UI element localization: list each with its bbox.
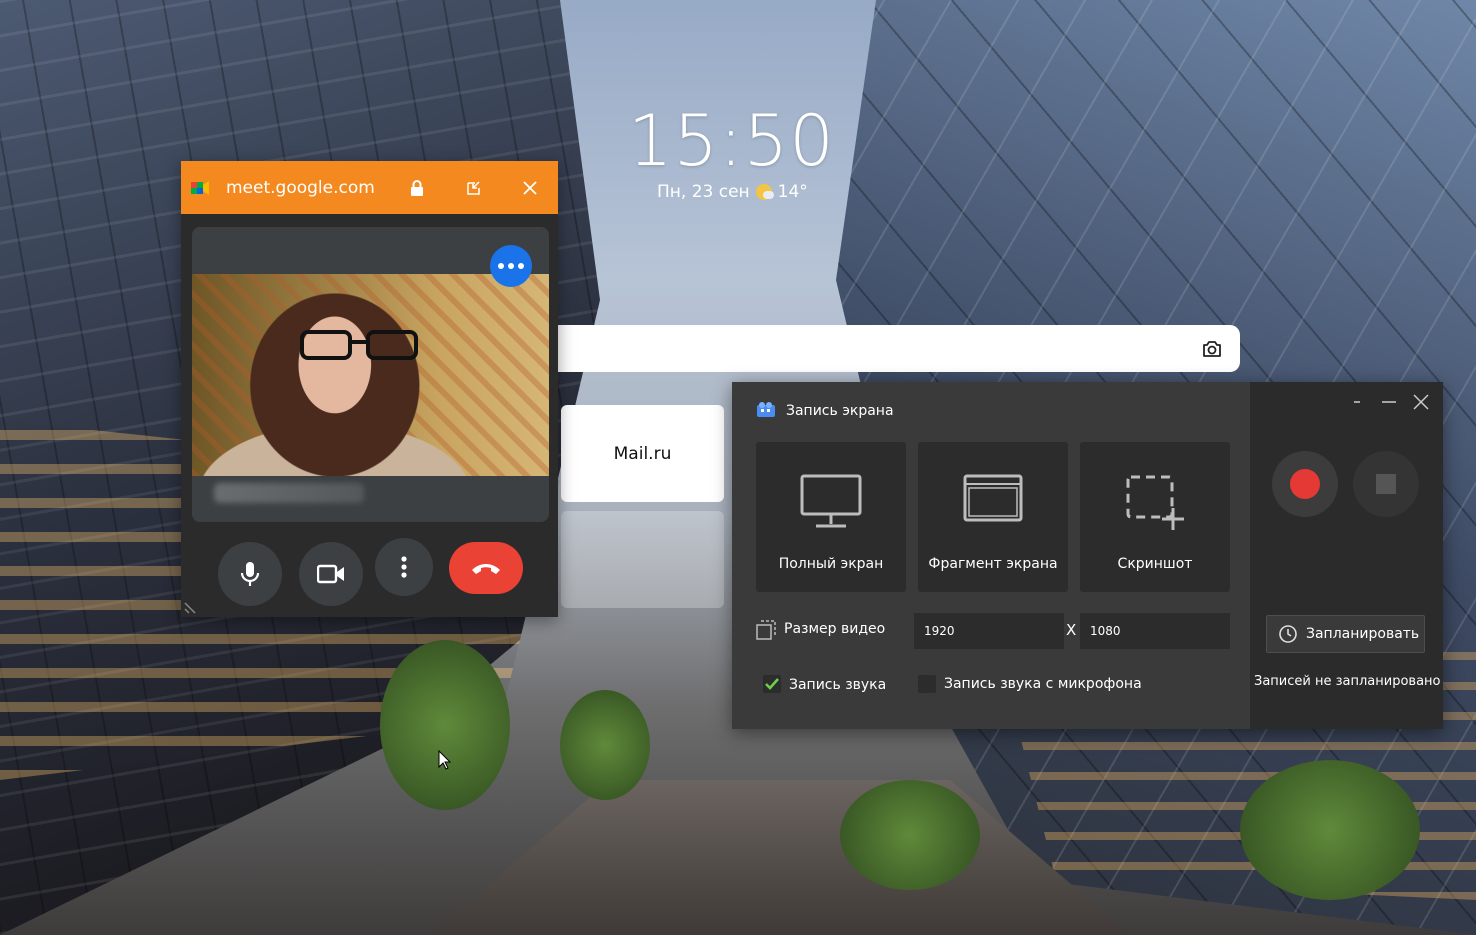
checkmark-icon [765,678,779,690]
compact-mode-icon[interactable] [1346,392,1368,412]
more-vert-icon [401,556,407,578]
mode-label: Скриншот [1117,556,1193,572]
more-controls-button[interactable] [375,538,433,596]
resize-grip-icon[interactable] [183,599,199,615]
mouse-cursor-icon [438,750,452,770]
recorder-title: Запись экрана [786,403,894,419]
wallpaper-tree [1240,760,1420,900]
browser-search-bar[interactable] [540,325,1240,372]
clock-icon [1279,625,1297,643]
wallpaper-tree [380,640,510,810]
recorder-control-panel: Запланировать Записей не запланировано [1250,382,1443,729]
mic-audio-checkbox-label: Запись звука с микрофона [944,676,1142,692]
speed-dial-tile-mail[interactable]: Mail.ru [561,405,724,502]
stop-icon [1376,474,1396,494]
mic-icon [240,562,260,586]
audio-checkbox[interactable] [763,675,781,693]
schedule-button[interactable]: Запланировать [1266,615,1425,653]
mic-button[interactable] [218,542,282,606]
wallpaper-tree [560,690,650,800]
back-to-tab-icon[interactable] [465,179,483,197]
mode-screen-fragment[interactable]: Фрагмент экрана [918,442,1068,592]
lockscreen-date: Пн, 23 сен [657,182,750,202]
screenshot-icon [1126,475,1184,530]
mode-full-screen[interactable]: Полный экран [756,442,906,592]
participant-video-frame [300,330,418,360]
stop-button[interactable] [1353,451,1419,517]
meet-pip-window: meet.google.com [181,161,558,617]
participant-name-blurred [214,483,364,503]
monitor-icon [800,474,862,528]
schedule-status: Записей не запланировано [1254,674,1441,689]
times-sign: X [1066,621,1077,639]
video-height-input[interactable] [1080,613,1230,649]
camera-button[interactable] [299,542,363,606]
more-dots-icon [498,263,504,269]
screen-recorder-app-icon [757,402,775,417]
lockscreen-date-weather: Пн, 23 сен 14° [657,182,808,202]
meet-titlebar: meet.google.com [181,161,558,214]
lock-icon [411,180,423,196]
schedule-button-label: Запланировать [1306,626,1420,642]
record-button[interactable] [1272,451,1338,517]
lockscreen-temperature: 14° [777,182,808,202]
video-size-label: Размер видео [784,621,886,637]
mode-screenshot[interactable]: Скриншот [1080,442,1230,592]
mode-label: Полный экран [778,556,884,572]
mode-label: Фрагмент экрана [928,556,1058,572]
partly-cloudy-icon [755,184,774,200]
participant-video [192,274,549,476]
window-icon [963,474,1023,522]
video-width-input[interactable] [914,613,1064,649]
mic-audio-checkbox[interactable] [918,675,936,693]
screen-recorder-window: Запись экрана Полный экран Фрагмент экра… [732,382,1443,729]
google-meet-logo-icon [191,181,209,195]
meet-url: meet.google.com [226,178,375,198]
close-icon[interactable] [1410,392,1432,412]
wallpaper-tree [840,780,980,890]
hangup-icon [472,564,500,574]
camera-search-icon[interactable] [1200,337,1224,361]
record-icon [1290,469,1320,499]
audio-checkbox-label: Запись звука [789,677,887,693]
lockscreen-clock: 15:50 [628,100,835,182]
speed-dial-tile-label: Mail.ru [613,443,672,464]
hangup-button[interactable] [449,542,523,594]
video-size-icon [756,620,776,640]
more-options-button[interactable] [490,245,532,287]
camera-icon [317,564,344,584]
minimize-icon[interactable] [1378,392,1400,412]
close-icon[interactable] [521,179,539,197]
participant-tile [192,227,549,522]
speed-dial-tile-empty[interactable] [561,511,724,608]
